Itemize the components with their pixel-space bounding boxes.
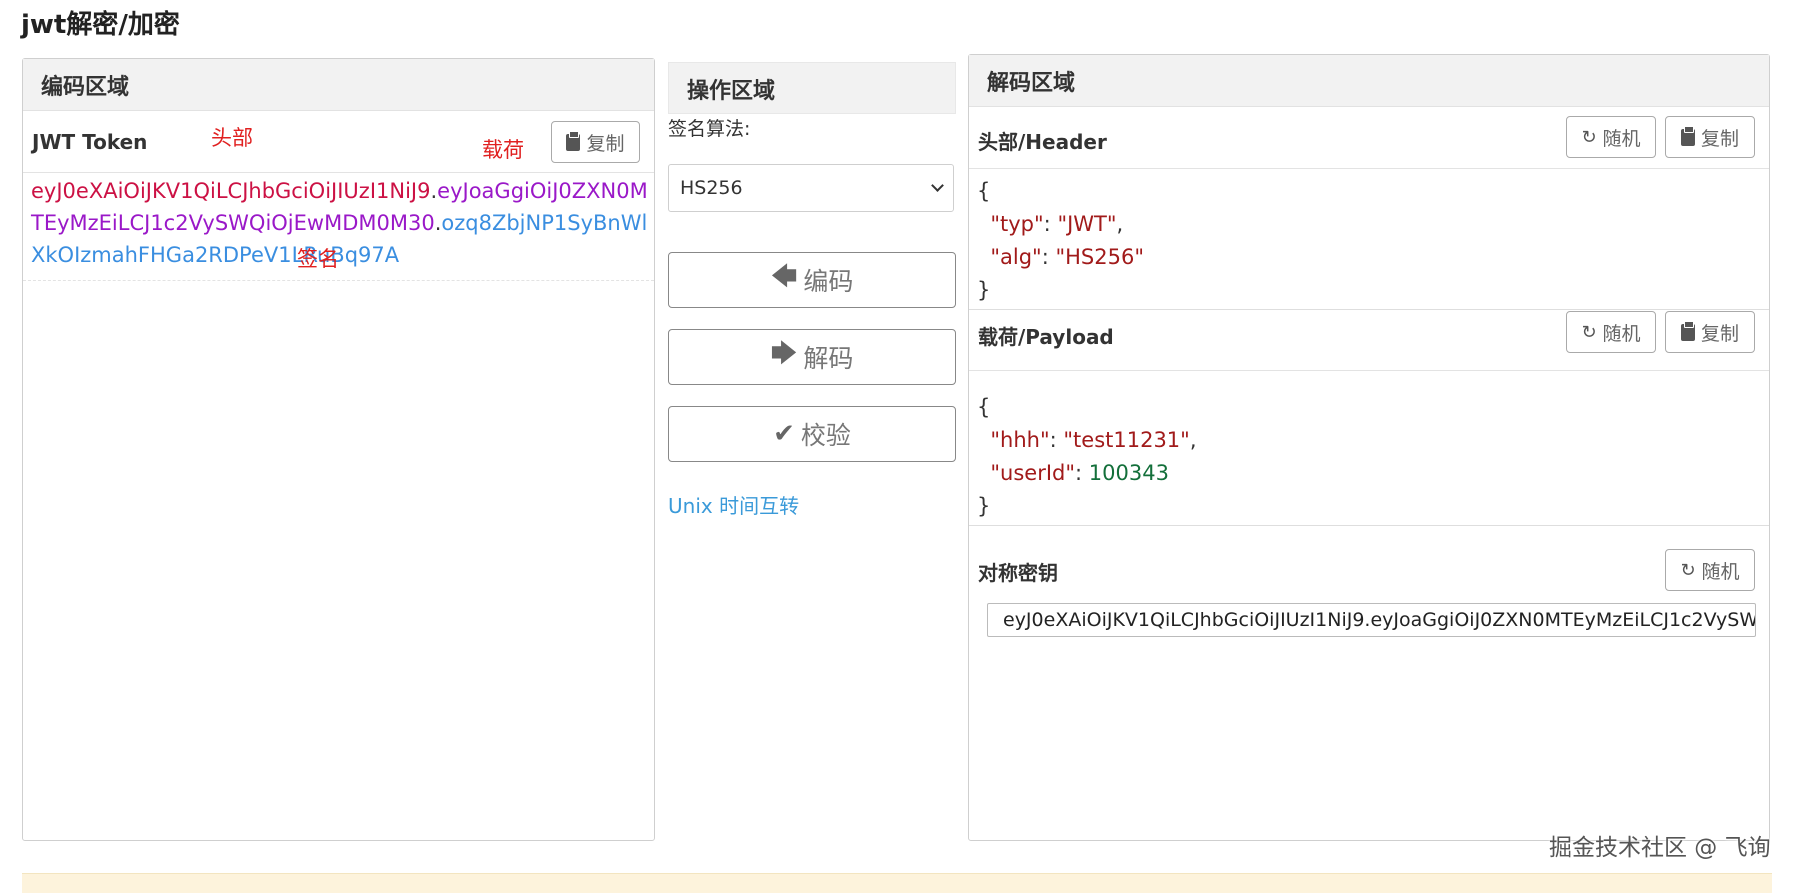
ops-panel-title: 操作区域 <box>668 62 956 114</box>
json-key: "alg" <box>990 245 1042 269</box>
decode-panel: 解码区域 头部/Header ↻ 随机 复制 { "typ": "JWT", "… <box>968 54 1770 841</box>
algo-label: 签名算法: <box>668 118 751 140</box>
payload-label: 载荷/Payload <box>978 325 1114 349</box>
copy-payload-button[interactable]: 复制 <box>1665 311 1755 353</box>
json-brace: { <box>977 395 991 419</box>
decode-button-label: 解码 <box>803 344 854 373</box>
token-header-segment: eyJ0eXAiOiJKV1QiLCJhbGciOiJIUzI1NiJ9 <box>31 179 431 203</box>
section-divider <box>969 525 1769 526</box>
json-key: "typ" <box>990 212 1044 236</box>
json-key: "hhh" <box>990 428 1050 452</box>
notice-bar <box>22 873 1772 893</box>
annotation-header: 头部 <box>211 126 253 150</box>
ops-panel: 操作区域 签名算法: HS256 🡄 编码 🡆 解码 ✔ 校验 Unix 时间互… <box>668 62 956 522</box>
copy-header-button[interactable]: 复制 <box>1665 116 1755 158</box>
clipboard-icon <box>1680 125 1695 146</box>
json-brace: } <box>977 278 991 302</box>
secret-label: 对称密钥 <box>978 561 1058 585</box>
payload-section-bar: 载荷/Payload ↻ 随机 复制 <box>969 309 1769 371</box>
json-number: 100343 <box>1088 461 1169 485</box>
decode-panel-title: 解码区域 <box>969 55 1769 107</box>
secret-input[interactable]: eyJ0eXAiOiJKV1QiLCJhbGciOiJIUzI1NiJ9.eyJ… <box>987 603 1756 637</box>
checkmark-icon: ✔ <box>773 419 795 449</box>
arrow-left-icon: 🡄 <box>770 262 798 292</box>
encode-button[interactable]: 🡄 编码 <box>668 252 956 308</box>
payload-json-editor[interactable]: { "hhh": "test11231", "userId": 100343 } <box>977 391 1197 523</box>
chevron-down-icon <box>931 179 944 192</box>
random-secret-button[interactable]: ↻ 随机 <box>1665 549 1755 591</box>
refresh-icon: ↻ <box>1581 321 1597 343</box>
decode-button[interactable]: 🡆 解码 <box>668 329 956 385</box>
copy-payload-label: 复制 <box>1700 322 1739 345</box>
clipboard-icon <box>566 130 581 151</box>
header-label: 头部/Header <box>978 130 1107 154</box>
random-payload-label: 随机 <box>1602 322 1641 345</box>
verify-button[interactable]: ✔ 校验 <box>668 406 956 462</box>
encode-panel-title: 编码区域 <box>23 59 654 111</box>
random-header-label: 随机 <box>1602 127 1641 150</box>
encode-button-label: 编码 <box>803 267 854 296</box>
algo-select[interactable]: HS256 <box>668 164 954 212</box>
random-header-button[interactable]: ↻ 随机 <box>1566 116 1656 158</box>
json-string: "HS256" <box>1055 245 1145 269</box>
encode-panel: 编码区域 JWT Token 复制 eyJ0eXAiOiJKV1QiLCJhbG… <box>22 58 655 841</box>
jwt-token-text[interactable]: eyJ0eXAiOiJKV1QiLCJhbGciOiJIUzI1NiJ9.eyJ… <box>31 175 651 271</box>
copy-token-button[interactable]: 复制 <box>551 121 640 163</box>
header-json-editor[interactable]: { "typ": "JWT", "alg": "HS256" } <box>977 175 1144 307</box>
annotation-signature: 签名 <box>297 247 339 271</box>
jwt-token-label: JWT Token <box>32 130 148 154</box>
json-brace: } <box>977 494 991 518</box>
json-string: "JWT" <box>1057 212 1117 236</box>
header-section-bar: 头部/Header ↻ 随机 复制 <box>969 107 1769 169</box>
refresh-icon: ↻ <box>1581 126 1597 148</box>
random-secret-label: 随机 <box>1701 560 1740 583</box>
copy-token-label: 复制 <box>586 132 625 155</box>
verify-button-label: 校验 <box>800 421 851 450</box>
random-payload-button[interactable]: ↻ 随机 <box>1566 311 1656 353</box>
jwt-token-bar: JWT Token 复制 <box>23 111 654 173</box>
arrow-right-icon: 🡆 <box>770 339 798 369</box>
annotation-payload: 载荷 <box>482 138 524 162</box>
clipboard-icon <box>1680 320 1695 341</box>
refresh-icon: ↻ <box>1680 559 1696 581</box>
copy-header-label: 复制 <box>1700 127 1739 150</box>
unix-time-link[interactable]: Unix 时间互转 <box>668 490 799 519</box>
json-key: "userId" <box>990 461 1076 485</box>
watermark: 掘金技术社区 @ 飞询 <box>1549 835 1771 861</box>
algo-selected-value: HS256 <box>680 177 743 199</box>
token-divider <box>23 280 654 281</box>
json-brace: { <box>977 179 991 203</box>
json-string: "test11231" <box>1063 428 1190 452</box>
page-title: jwt解密/加密 <box>21 10 180 40</box>
